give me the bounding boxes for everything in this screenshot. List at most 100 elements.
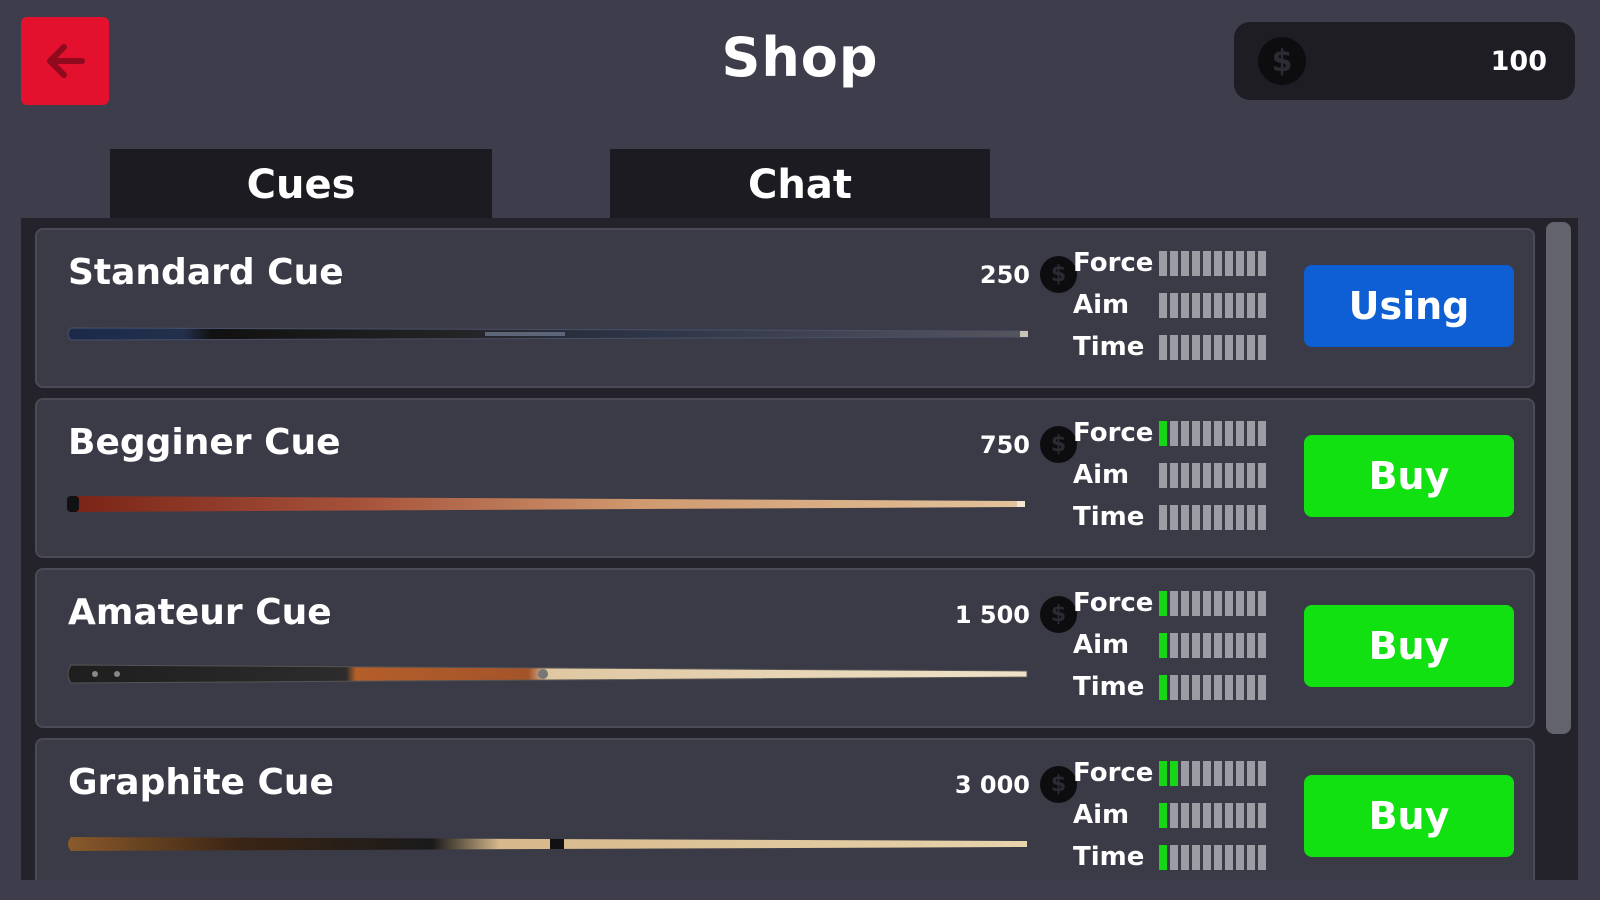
cue-image <box>67 664 1028 684</box>
buy-button[interactable]: Buy <box>1304 775 1514 857</box>
stat-segment <box>1247 632 1255 658</box>
stat-segment <box>1192 802 1200 828</box>
time-bar <box>1159 674 1266 700</box>
stat-segment <box>1159 844 1167 870</box>
stat-force: Force <box>1073 412 1299 454</box>
stat-segment <box>1258 844 1266 870</box>
stat-segment <box>1181 844 1189 870</box>
coin-icon: $ <box>1040 256 1077 293</box>
stat-segment <box>1170 760 1178 786</box>
stat-segment <box>1225 292 1233 318</box>
stat-segment <box>1159 802 1167 828</box>
coin-icon: $ <box>1040 426 1077 463</box>
stat-segment <box>1192 590 1200 616</box>
stat-segment <box>1247 504 1255 530</box>
stat-segment <box>1170 802 1178 828</box>
stat-segment <box>1203 674 1211 700</box>
force-bar <box>1159 250 1266 276</box>
stat-segment <box>1258 334 1266 360</box>
stat-segment <box>1159 250 1167 276</box>
stat-segment <box>1159 674 1167 700</box>
stat-segment <box>1225 420 1233 446</box>
stat-segment <box>1247 590 1255 616</box>
stat-segment <box>1225 334 1233 360</box>
stat-segment <box>1181 802 1189 828</box>
stat-segment <box>1236 844 1244 870</box>
aim-bar <box>1159 632 1266 658</box>
stat-label: Aim <box>1073 460 1130 490</box>
stat-segment <box>1181 632 1189 658</box>
stat-segment <box>1258 760 1266 786</box>
cue-image <box>68 837 1027 851</box>
stat-segment <box>1258 462 1266 488</box>
using-button[interactable]: Using <box>1304 265 1514 347</box>
stat-segment <box>1170 420 1178 446</box>
cue-image <box>67 496 1025 512</box>
stat-segment <box>1225 250 1233 276</box>
coin-icon: $ <box>1040 766 1077 803</box>
stat-label: Force <box>1073 588 1154 618</box>
stat-segment <box>1214 844 1222 870</box>
stat-segment <box>1203 292 1211 318</box>
cue-image <box>67 327 1028 341</box>
stat-segment <box>1181 292 1189 318</box>
stat-label: Force <box>1073 418 1154 448</box>
stat-segment <box>1247 250 1255 276</box>
stat-segment <box>1236 802 1244 828</box>
tab-chat[interactable]: Chat <box>610 149 990 221</box>
stat-segment <box>1203 334 1211 360</box>
scrollbar[interactable] <box>1546 222 1571 734</box>
force-bar <box>1159 420 1266 446</box>
stat-segment <box>1258 802 1266 828</box>
stat-label: Aim <box>1073 630 1130 660</box>
stat-segment <box>1170 590 1178 616</box>
stat-segment <box>1225 504 1233 530</box>
buy-button[interactable]: Buy <box>1304 605 1514 687</box>
stat-segment <box>1247 760 1255 786</box>
stat-segment <box>1236 674 1244 700</box>
tab-cues[interactable]: Cues <box>110 149 492 221</box>
stat-segment <box>1203 590 1211 616</box>
cue-name: Amateur Cue <box>68 592 332 633</box>
cue-price: 250 $ <box>897 256 1077 293</box>
stat-segment <box>1181 334 1189 360</box>
stat-segment <box>1181 674 1189 700</box>
stat-force: Force <box>1073 582 1299 624</box>
stat-label: Time <box>1073 502 1145 532</box>
bottom-edge <box>0 880 1600 900</box>
stat-segment <box>1247 802 1255 828</box>
stat-segment <box>1170 250 1178 276</box>
cue-price: 3 000 $ <box>897 766 1077 803</box>
stat-segment <box>1159 590 1167 616</box>
stat-time: Time <box>1073 496 1299 538</box>
stat-label: Force <box>1073 248 1154 278</box>
cue-name: Begginer Cue <box>68 422 341 463</box>
buy-button[interactable]: Buy <box>1304 435 1514 517</box>
stat-segment <box>1203 462 1211 488</box>
coin-amount: 100 <box>1490 45 1547 77</box>
stat-aim: Aim <box>1073 624 1299 666</box>
stat-segment <box>1236 292 1244 318</box>
stat-segment <box>1170 632 1178 658</box>
cue-name: Standard Cue <box>68 252 344 293</box>
stat-segment <box>1192 760 1200 786</box>
time-bar <box>1159 334 1266 360</box>
stat-segment <box>1247 844 1255 870</box>
stat-label: Time <box>1073 672 1145 702</box>
stat-segment <box>1181 250 1189 276</box>
time-bar <box>1159 844 1266 870</box>
stat-segment <box>1159 760 1167 786</box>
price-value: 1 500 <box>954 600 1030 629</box>
stat-segment <box>1258 674 1266 700</box>
stat-segment <box>1203 420 1211 446</box>
stat-segment <box>1247 292 1255 318</box>
cue-card: Begginer Cue 750 $ Force Aim Time Buy <box>35 398 1535 558</box>
stat-segment <box>1214 292 1222 318</box>
stat-segment <box>1192 250 1200 276</box>
stat-segment <box>1181 420 1189 446</box>
stat-time: Time <box>1073 666 1299 708</box>
cue-card: Amateur Cue 1 500 $ Force Aim Time Buy <box>35 568 1535 728</box>
stat-label: Force <box>1073 758 1154 788</box>
stat-segment <box>1159 420 1167 446</box>
stat-segment <box>1192 420 1200 446</box>
